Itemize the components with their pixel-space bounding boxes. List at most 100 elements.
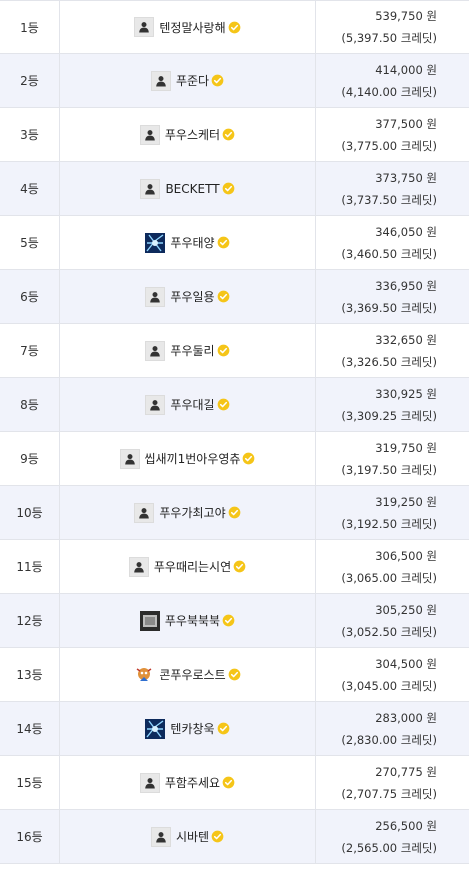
amount-cell: 373,750 원 (3,737.50 크레딧) <box>316 162 469 215</box>
user-cell[interactable]: 푸우스케터 <box>60 108 316 161</box>
default-avatar-icon <box>134 17 155 37</box>
username[interactable]: 푸함주세요 <box>165 774 220 791</box>
amount-credits: (4,140.00 크레딧) <box>341 84 437 99</box>
verified-badge-icon <box>217 290 230 303</box>
amount-credits: (3,460.50 크레딧) <box>341 246 437 261</box>
verified-badge-icon <box>228 21 241 34</box>
rank-cell: 16등 <box>0 810 60 863</box>
table-row: 2등 푸준다 414,000 원 (4,140.00 크레딧) <box>0 54 469 108</box>
rank-label: 15등 <box>16 776 43 790</box>
amount-cell: 306,500 원 (3,065.00 크레딧) <box>316 540 469 593</box>
default-avatar-icon <box>145 286 166 307</box>
verified-badge-icon <box>217 236 230 249</box>
table-row: 5등 푸우태양 346,050 원 (3,460.50 크레딧) <box>0 216 469 270</box>
amount-won: 305,250 원 <box>375 602 437 617</box>
amount-credits: (3,197.50 크레딧) <box>341 462 437 477</box>
rank-cell: 15등 <box>0 756 60 809</box>
amount-credits: (3,775.00 크레딧) <box>341 138 437 153</box>
rank-label: 2등 <box>20 74 39 88</box>
table-row: 3등 푸우스케터 377,500 원 (3,775.00 크레딧) <box>0 108 469 162</box>
amount-cell: 332,650 원 (3,326.50 크레딧) <box>316 324 469 377</box>
amount-cell: 346,050 원 (3,460.50 크레딧) <box>316 216 469 269</box>
username[interactable]: 씹새끼1번아우영츄 <box>145 450 241 467</box>
amount-won: 539,750 원 <box>375 9 437 23</box>
username[interactable]: 푸우대길 <box>170 396 214 413</box>
user-cell[interactable]: 푸우가최고야 <box>60 486 316 539</box>
verified-badge-icon <box>217 344 230 357</box>
user-cell[interactable]: 푸우북북북 <box>60 594 316 647</box>
user-cell[interactable]: 텐카창욱 <box>60 702 316 755</box>
amount-credits: (2,707.75 크레딧) <box>341 786 437 801</box>
user-cell[interactable]: 콘푸우로스트 <box>60 648 316 701</box>
table-row: 13등 콘푸우로스트 304,500 원 (3,045.00 크레딧) <box>0 648 469 702</box>
amount-won: 319,250 원 <box>375 494 437 509</box>
verified-badge-icon <box>222 128 235 141</box>
amount-cell: 304,500 원 (3,045.00 크레딧) <box>316 648 469 701</box>
amount-won: 306,500 원 <box>375 548 437 563</box>
username[interactable]: 시바텐 <box>176 828 209 845</box>
amount-won: 373,750 원 <box>375 170 437 185</box>
user-cell[interactable]: 푸우때리는시연 <box>60 540 316 593</box>
table-row: 14등 텐카창욱 283,000 원 (2,830.00 크레딧) <box>0 702 469 756</box>
amount-cell: 270,775 원 (2,707.75 크레딧) <box>316 756 469 809</box>
default-avatar-icon <box>139 772 160 793</box>
user-cell[interactable]: 텐정말사랑해 <box>60 1 316 53</box>
rank-label: 6등 <box>20 290 39 304</box>
user-cell[interactable]: 푸함주세요 <box>60 756 316 809</box>
amount-credits: (5,397.50 크레딧) <box>341 31 437 45</box>
table-row: 7등 푸우둘리 332,650 원 (3,326.50 크레딧) <box>0 324 469 378</box>
amount-cell: 319,750 원 (3,197.50 크레딧) <box>316 432 469 485</box>
username[interactable]: 텐정말사랑해 <box>159 19 225 36</box>
rank-cell: 13등 <box>0 648 60 701</box>
username[interactable]: 푸우때리는시연 <box>154 558 231 575</box>
user-cell[interactable]: 푸우둘리 <box>60 324 316 377</box>
username[interactable]: 푸우둘리 <box>170 342 214 359</box>
rank-label: 8등 <box>20 398 39 412</box>
username[interactable]: 푸우태양 <box>170 234 214 251</box>
username[interactable]: 푸우북북북 <box>165 612 220 629</box>
rank-cell: 10등 <box>0 486 60 539</box>
rank-cell: 6등 <box>0 270 60 323</box>
user-cell[interactable]: 씹새끼1번아우영츄 <box>60 432 316 485</box>
rank-label: 9등 <box>20 452 39 466</box>
username[interactable]: 콘푸우로스트 <box>159 666 225 683</box>
rank-cell: 11등 <box>0 540 60 593</box>
username[interactable]: 푸우가최고야 <box>159 504 225 521</box>
amount-won: 330,925 원 <box>375 386 437 401</box>
user-cell[interactable]: 푸우일용 <box>60 270 316 323</box>
verified-badge-icon <box>217 398 230 411</box>
default-avatar-icon <box>145 394 166 415</box>
amount-credits: (3,192.50 크레딧) <box>341 516 437 531</box>
table-row: 16등 시바텐 256,500 원 (2,565.00 크레딧) <box>0 810 469 864</box>
amount-cell: 414,000 원 (4,140.00 크레딧) <box>316 54 469 107</box>
table-row: 15등 푸함주세요 270,775 원 (2,707.75 크레딧) <box>0 756 469 810</box>
default-avatar-icon <box>150 70 171 91</box>
user-cell[interactable]: 푸준다 <box>60 54 316 107</box>
ranking-table: 1등 텐정말사랑해 539,750 원 (5,397.50 크레딧) 2등 푸준다 414,… <box>0 0 469 864</box>
user-cell[interactable]: 시바텐 <box>60 810 316 863</box>
verified-badge-icon <box>217 722 230 735</box>
rank-label: 14등 <box>16 722 43 736</box>
default-avatar-icon <box>140 178 161 199</box>
username[interactable]: 푸준다 <box>176 72 209 89</box>
username[interactable]: 푸우일용 <box>170 288 214 305</box>
table-row: 12등 푸우북북북 305,250 원 (3,052.50 크레딧) <box>0 594 469 648</box>
rank-cell: 14등 <box>0 702 60 755</box>
amount-cell: 283,000 원 (2,830.00 크레딧) <box>316 702 469 755</box>
rank-label: 11등 <box>16 560 43 574</box>
user-cell[interactable]: 푸우태양 <box>60 216 316 269</box>
username[interactable]: BECKETT <box>165 182 219 196</box>
user-cell[interactable]: BECKETT <box>60 162 316 215</box>
rank-label: 16등 <box>16 830 43 844</box>
username[interactable]: 푸우스케터 <box>165 126 220 143</box>
rank-cell: 7등 <box>0 324 60 377</box>
amount-credits: (2,830.00 크레딧) <box>341 732 437 747</box>
default-avatar-icon <box>139 124 160 145</box>
blue-image-avatar <box>145 718 166 739</box>
username[interactable]: 텐카창욱 <box>170 720 214 737</box>
default-avatar-icon <box>145 340 166 361</box>
user-cell[interactable]: 푸우대길 <box>60 378 316 431</box>
amount-cell: 256,500 원 (2,565.00 크레딧) <box>316 810 469 863</box>
rank-cell: 2등 <box>0 54 60 107</box>
amount-won: 414,000 원 <box>375 62 437 77</box>
